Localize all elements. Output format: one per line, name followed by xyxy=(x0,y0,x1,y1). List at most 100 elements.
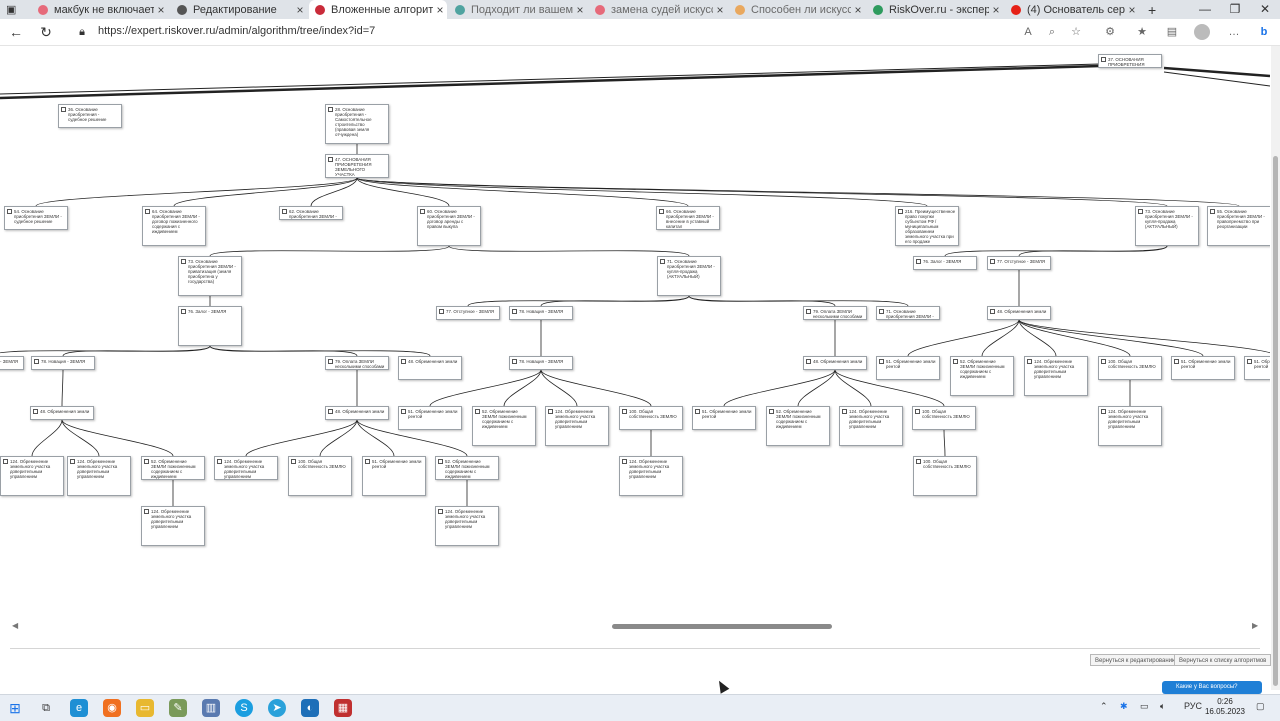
tab-2[interactable]: Вложенные алгоритмы × xyxy=(309,0,447,19)
tree-node[interactable]: 64. Основание приобретения ЗЕМЛИ - догов… xyxy=(142,206,206,246)
tree-node[interactable]: 52. Обременение ЗЕМЛИ пожизненным содерж… xyxy=(950,356,1014,396)
tree-node[interactable]: 100. Общая собственность ЗЕМЛЮ xyxy=(913,456,977,496)
tree-node[interactable]: 48. Обременения земли xyxy=(398,356,462,380)
close-icon[interactable]: × xyxy=(573,3,587,17)
favorites-icon[interactable]: ★ xyxy=(1134,24,1150,40)
battery-icon[interactable]: ▭ xyxy=(1140,701,1149,712)
folder-icon[interactable]: ▭ xyxy=(136,699,154,717)
read-aloud-icon[interactable]: A xyxy=(1020,24,1036,40)
tree-node[interactable]: 71. Основание приобретения ЗЕМЛИ - купля… xyxy=(657,256,721,296)
new-tab-button[interactable]: + xyxy=(1142,0,1164,19)
reload-icon[interactable]: ↻ xyxy=(36,22,56,42)
bing-icon[interactable]: b xyxy=(1256,24,1272,40)
tab-0[interactable]: макбук не включается и за × xyxy=(32,0,168,19)
back-to-list-button[interactable]: Вернуться к списку алгоритмов xyxy=(1174,654,1272,666)
tree-node[interactable]: 78. Новация - ЗЕМЛЯ xyxy=(509,306,573,320)
tab-6[interactable]: RiskOver.ru - экспертная × xyxy=(867,0,1003,19)
url-field[interactable]: https://expert.riskover.ru/admin/algorit… xyxy=(98,25,375,37)
scroll-left-arrow-icon[interactable]: ◀ xyxy=(12,621,18,630)
skype-icon[interactable]: S xyxy=(235,699,253,717)
horizontal-scrollbar[interactable]: ◀ ▶ xyxy=(10,621,1260,633)
close-window-button[interactable]: ✕ xyxy=(1250,0,1280,19)
tree-node[interactable]: 76. Залог - ЗЕМЛЯ xyxy=(913,256,977,270)
tree-node[interactable]: 62. Основание приобретения ЗЕМЛИ - мена xyxy=(279,206,343,220)
tree-node[interactable]: 28. Основание приобретения - Самостоятел… xyxy=(325,104,389,144)
scroll-right-arrow-icon[interactable]: ▶ xyxy=(1252,621,1258,630)
volume-icon[interactable]: 🔈︎ xyxy=(1160,701,1165,712)
tree-node[interactable]: 77. Отступное - ЗЕМЛЯ xyxy=(987,256,1051,270)
clock[interactable]: 0:26 16.05.2023 xyxy=(1200,697,1250,717)
tree-node[interactable]: 51. Обременение земли рентой xyxy=(1244,356,1270,380)
tree-node[interactable]: 124. Обременение земельного участка дове… xyxy=(619,456,683,496)
tab-actions-button[interactable]: ▣ xyxy=(0,0,28,19)
tree-node[interactable]: 55. Основание приобретения ЗЕМЛИ - право… xyxy=(1207,206,1270,246)
tree-node[interactable]: 100. Общая собственность ЗЕМЛЮ xyxy=(288,456,352,496)
tree-node[interactable]: 77. Отступное - ЗЕМЛЯ xyxy=(436,306,500,320)
close-icon[interactable]: × xyxy=(154,3,168,17)
windows-start-icon[interactable]: ⊞ xyxy=(6,699,24,717)
tree-node[interactable]: 124. Обременение земельного участка дове… xyxy=(1098,406,1162,446)
back-arrow-icon[interactable]: ← xyxy=(6,22,26,42)
tree-node[interactable]: 124. Обременение земельного участка дове… xyxy=(67,456,131,496)
tree-node[interactable]: 77. Отступное - ЗЕМЛЯ xyxy=(0,356,24,370)
tree-node[interactable]: 36. Основание приобретения - судебное ре… xyxy=(58,104,122,128)
tree-node[interactable]: 71. Основание приобретения ЗЕМЛИ - купля… xyxy=(876,306,940,320)
app-icon[interactable]: ✎ xyxy=(169,699,187,717)
tree-node[interactable]: 79. Оплата ЗЕМЛИ несколькими способами xyxy=(803,306,867,320)
tree-node[interactable]: 124. Обременение земельного участка дове… xyxy=(545,406,609,446)
tree-node[interactable]: 124. Обременение земельного участка дове… xyxy=(1024,356,1088,396)
app-icon[interactable]: ▥ xyxy=(202,699,220,717)
tab-5[interactable]: Способен ли искусствен × xyxy=(729,0,865,19)
tree-node[interactable]: 54. Основание приобретения ЗЕМЛИ - судеб… xyxy=(4,206,68,230)
tab-7[interactable]: (4) Основатель сервиса R × xyxy=(1005,0,1139,19)
tree-node[interactable]: 78. Новация - ЗЕМЛЯ xyxy=(31,356,95,370)
more-icon[interactable]: … xyxy=(1226,24,1242,40)
collections-icon[interactable]: ▤ xyxy=(1164,24,1180,40)
zoom-icon[interactable]: ⌕ xyxy=(1044,24,1060,40)
task-view-icon[interactable]: ⧉ xyxy=(37,699,55,717)
vertical-scrollbar-thumb[interactable] xyxy=(1273,156,1278,686)
tree-node[interactable]: 124. Обременение земельного участка дове… xyxy=(435,506,499,546)
chat-widget-button[interactable]: Какие у Вас вопросы? xyxy=(1162,681,1262,694)
tree-node[interactable]: 51. Обременение земли рентой xyxy=(398,406,462,430)
tree-node[interactable]: 73. Основание приобретения ЗЕМЛИ - купля… xyxy=(1135,206,1199,246)
tree-node[interactable]: 76. Залог - ЗЕМЛЯ xyxy=(178,306,242,346)
notifications-icon[interactable]: ▢ xyxy=(1256,701,1265,712)
close-icon[interactable]: × xyxy=(293,3,307,17)
tree-node[interactable]: 48. Обременения земли xyxy=(325,406,389,420)
tree-node[interactable]: 51. Обременение земли рентой xyxy=(876,356,940,380)
tree-node[interactable]: 100. Общая собственность ЗЕМЛЮ xyxy=(619,406,683,430)
tree-node[interactable]: 66. Основание приобретения ЗЕМЛИ - внесе… xyxy=(656,206,720,230)
minimize-button[interactable]: — xyxy=(1190,0,1220,19)
lock-icon[interactable]: 🔒︎ xyxy=(72,22,92,42)
tree-node[interactable]: 52. Обременение ЗЕМЛИ пожизненным содерж… xyxy=(472,406,536,446)
maximize-button[interactable]: ❐ xyxy=(1220,0,1250,19)
close-icon[interactable]: × xyxy=(433,3,447,17)
tree-node[interactable]: 100. Общая собственность ЗЕМЛЮ xyxy=(912,406,976,430)
tree-node[interactable]: 48. Обременения земли xyxy=(987,306,1051,320)
tree-node[interactable]: 52. Обременение ЗЕМЛИ пожизненным содерж… xyxy=(435,456,499,480)
tree-node[interactable]: 47. ОСНОВАНИЯ ПРИОБРЕТЕНИЯ ЗЕМЕЛЬНОГО УЧ… xyxy=(325,154,389,178)
chevron-up-icon[interactable]: ⌃ xyxy=(1100,701,1108,712)
close-icon[interactable]: × xyxy=(1125,3,1139,17)
vertical-scrollbar[interactable] xyxy=(1271,46,1280,690)
tab-4[interactable]: замена судей искусствен × xyxy=(589,0,727,19)
telegram-icon[interactable]: ➤ xyxy=(268,699,286,717)
tree-node[interactable]: 48. Обременения земли xyxy=(30,406,94,420)
tree-node[interactable]: 37. ОСНОВАНИЯ ПРИОБРЕТЕНИЯ xyxy=(1098,54,1162,68)
tree-node[interactable]: 124. Обременение земельного участка дове… xyxy=(141,506,205,546)
tree-node[interactable]: 51. Обременение земли рентой xyxy=(692,406,756,430)
tree-node[interactable]: 73. Основание приобретения ЗЕМЛИ - прива… xyxy=(178,256,242,296)
tab-1[interactable]: Редактирование × xyxy=(171,0,307,19)
close-icon[interactable]: × xyxy=(989,3,1003,17)
close-icon[interactable]: × xyxy=(851,3,865,17)
bluetooth-icon[interactable]: ✱ xyxy=(1120,701,1128,712)
avatar[interactable] xyxy=(1194,24,1210,40)
edge-icon[interactable]: e xyxy=(70,699,88,717)
favorite-add-icon[interactable]: ☆ xyxy=(1068,24,1084,40)
tree-node[interactable]: 100. Общая собственность ЗЕМЛЮ xyxy=(1098,356,1162,380)
extensions-icon[interactable]: ⚙ xyxy=(1102,24,1118,40)
firefox-icon[interactable]: ◉ xyxy=(103,699,121,717)
app-icon[interactable]: ▦ xyxy=(334,699,352,717)
app-icon[interactable]: ◐ xyxy=(301,699,319,717)
